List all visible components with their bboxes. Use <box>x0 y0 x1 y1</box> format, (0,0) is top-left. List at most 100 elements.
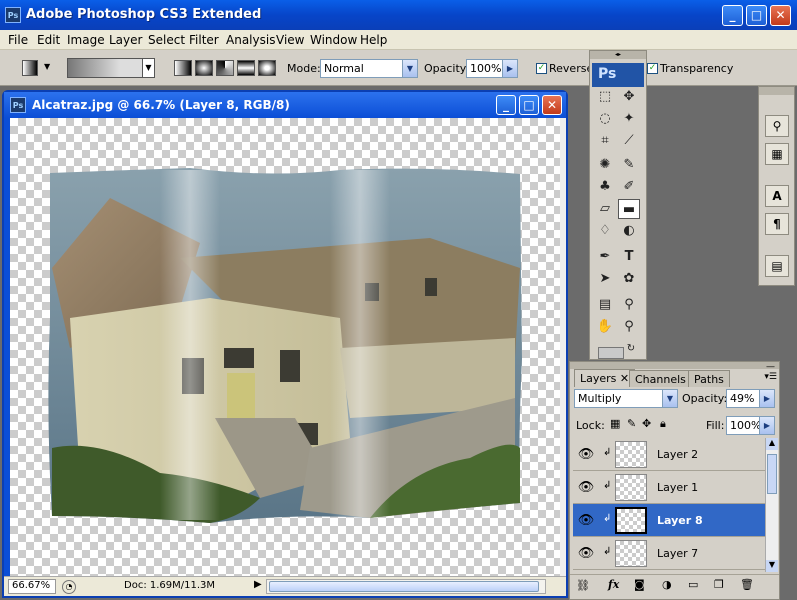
layer-comps-icon[interactable]: ▤ <box>765 255 789 277</box>
layers-scroll-thumb[interactable] <box>767 454 777 494</box>
fill-input[interactable]: 100% ▶ <box>726 416 775 435</box>
tool-preset-dropdown-icon[interactable]: ▼ <box>44 62 50 71</box>
scroll-up-icon[interactable]: ▲ <box>766 438 778 450</box>
eye-icon[interactable]: 👁︎ <box>575 545 597 562</box>
dodge-icon[interactable]: ◐ <box>618 221 640 241</box>
menu-analysis[interactable]: Analysis <box>226 33 275 47</box>
close-button[interactable]: ✕ <box>770 5 791 26</box>
layers-scrollbar[interactable]: ▲ ▼ <box>765 438 778 572</box>
menu-layer[interactable]: Layer <box>109 33 142 47</box>
menu-select[interactable]: Select <box>148 33 185 47</box>
doc-close-button[interactable]: ✕ <box>542 95 562 115</box>
tools-grip[interactable]: ◂▸ <box>590 51 646 59</box>
hand-icon[interactable]: ✋ <box>594 317 616 337</box>
panel-menu-icon[interactable]: ▾☰ <box>764 372 777 382</box>
lock-all-icon[interactable]: 🔒︎ <box>660 417 666 431</box>
menu-file[interactable]: File <box>8 33 28 47</box>
eye-icon[interactable]: 👁︎ <box>575 512 597 529</box>
transparency-checkbox[interactable]: ✓ <box>647 63 658 74</box>
minimize-button[interactable]: _ <box>722 5 743 26</box>
history-brush-icon[interactable]: ✐ <box>618 177 640 197</box>
doc-minimize-button[interactable]: _ <box>496 95 516 115</box>
menu-help[interactable]: Help <box>360 33 387 47</box>
tab-close-icon[interactable]: ✕ <box>620 372 629 385</box>
blend-mode-select[interactable]: Multiply ▼ <box>574 389 678 408</box>
tab-layers[interactable]: Layers ✕ <box>574 369 636 387</box>
menu-filter[interactable]: Filter <box>189 33 219 47</box>
layer-row[interactable]: 👁︎ ↲ Layer 7 <box>573 537 765 570</box>
stamp-icon[interactable]: ♣ <box>594 177 616 197</box>
layer-opacity-input[interactable]: 49% ▶ <box>726 389 775 408</box>
angle-gradient-icon[interactable] <box>216 60 234 76</box>
status-menu-arrow-icon[interactable]: ▶ <box>254 579 262 590</box>
navigator-icon[interactable]: ⚲ <box>765 115 789 137</box>
eraser-icon[interactable]: ▱ <box>594 199 616 219</box>
eye-icon[interactable]: 👁︎ <box>575 479 597 496</box>
doc-maximize-button[interactable]: □ <box>519 95 539 115</box>
adjustment-layer-icon[interactable]: ◑ <box>662 578 672 591</box>
status-info-icon[interactable]: ◔ <box>62 580 76 594</box>
healing-icon[interactable]: ✺ <box>594 155 616 175</box>
tool-preset-gradient-icon[interactable] <box>22 60 38 76</box>
paragraph-icon[interactable]: ¶ <box>765 213 789 235</box>
ps-logo[interactable]: Ps <box>592 63 644 87</box>
zoom-icon[interactable]: ⚲ <box>618 317 640 337</box>
menu-image[interactable]: Image <box>67 33 105 47</box>
path-select-icon[interactable]: ➤ <box>594 269 616 289</box>
eyedropper-icon[interactable]: ⚲ <box>618 295 640 315</box>
gradient-icon[interactable]: ▬ <box>618 199 640 219</box>
lock-position-icon[interactable]: ✥ <box>642 417 651 430</box>
history-icon[interactable]: ▦ <box>765 143 789 165</box>
tab-paths[interactable]: Paths <box>688 370 730 387</box>
link-layers-icon[interactable]: ⛓ <box>576 579 590 592</box>
lasso-icon[interactable]: ◌ <box>594 109 616 129</box>
layers-grip[interactable] <box>570 362 779 369</box>
dock-grip[interactable] <box>759 87 794 95</box>
opacity-input[interactable]: 100% ▶ <box>466 59 518 78</box>
reverse-checkbox[interactable]: ✓ <box>536 63 547 74</box>
delete-layer-icon[interactable]: 🗑︎ <box>740 578 754 591</box>
crop-icon[interactable]: ⌗ <box>594 131 616 151</box>
move-icon[interactable]: ✥ <box>618 87 640 107</box>
document-canvas[interactable] <box>10 118 560 576</box>
rect-marquee-icon[interactable]: ⬚ <box>594 87 616 107</box>
type-icon[interactable]: T <box>618 247 640 267</box>
magic-wand-icon[interactable]: ✦ <box>618 109 640 129</box>
pen-icon[interactable]: ✒ <box>594 247 616 267</box>
layer-style-icon[interactable]: fx <box>608 578 619 591</box>
menu-view[interactable]: View <box>276 33 304 47</box>
character-icon[interactable]: A <box>765 185 789 207</box>
gradient-picker[interactable]: ▼ <box>67 58 155 78</box>
horizontal-scroll-thumb[interactable] <box>269 581 539 592</box>
reflected-gradient-icon[interactable] <box>237 60 255 76</box>
lock-image-icon[interactable]: ✎ <box>627 417 636 430</box>
maximize-button[interactable]: □ <box>746 5 767 26</box>
lock-transparent-icon[interactable]: ▦ <box>610 417 620 430</box>
foreground-color-swatch[interactable] <box>598 347 624 359</box>
doc-vertical-scrollbar[interactable] <box>560 118 566 576</box>
doc-horizontal-scrollbar[interactable] <box>266 579 546 594</box>
layer-row[interactable]: 👁︎ ↲ Layer 1 <box>573 471 765 504</box>
panel-collapse-icon[interactable]: — <box>766 362 775 372</box>
radial-gradient-icon[interactable] <box>195 60 213 76</box>
menu-edit[interactable]: Edit <box>37 33 60 47</box>
mode-select[interactable]: Normal ▼ <box>320 59 418 78</box>
tab-channels[interactable]: Channels <box>629 370 692 387</box>
diamond-gradient-icon[interactable] <box>258 60 276 76</box>
gradient-dropdown-icon[interactable]: ▼ <box>142 59 154 77</box>
layer-row-selected[interactable]: 👁︎ ↲ Layer 8 <box>573 504 765 537</box>
new-layer-icon[interactable]: ❐ <box>714 578 724 591</box>
eyedropper-slice-icon[interactable]: ⟋ <box>618 131 640 151</box>
eye-icon[interactable]: 👁︎ <box>575 446 597 463</box>
brush-icon[interactable]: ✎ <box>618 155 640 175</box>
menu-window[interactable]: Window <box>310 33 357 47</box>
new-group-icon[interactable]: ▭ <box>688 578 698 591</box>
blur-icon[interactable]: ♢ <box>594 221 616 241</box>
scroll-down-icon[interactable]: ▼ <box>766 560 778 572</box>
layer-mask-icon[interactable]: ◙ <box>634 578 645 591</box>
linear-gradient-icon[interactable] <box>174 60 192 76</box>
layer-row[interactable]: 👁︎ ↲ Layer 2 <box>573 438 765 471</box>
ps-app-icon[interactable]: Ps <box>5 7 21 23</box>
notes-icon[interactable]: ▤ <box>594 295 616 315</box>
zoom-field[interactable]: 66.67% <box>8 579 56 594</box>
